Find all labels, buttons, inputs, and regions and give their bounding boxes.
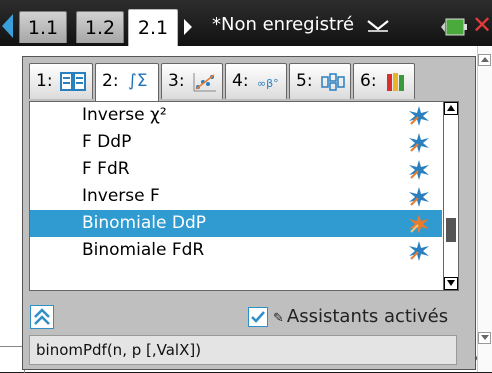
- book-icon: [60, 72, 86, 91]
- list-item-inverse-f[interactable]: Inverse F: [30, 183, 442, 210]
- syntax-help-bar: binomPdf(n, p [,ValX]): [29, 335, 457, 365]
- catalog-tab-number: 6:: [360, 71, 377, 91]
- tab-1-1[interactable]: 1.1: [19, 11, 67, 43]
- list-scroll-up-icon[interactable]: [444, 102, 458, 115]
- wizard-sparkle-icon: [409, 133, 429, 153]
- chevron-down-icon: [367, 20, 389, 32]
- catalog-tab-3[interactable]: 3:: [161, 63, 223, 99]
- wand-icon: ✎: [273, 311, 284, 326]
- catalog-tab-5[interactable]: 5:: [289, 63, 351, 99]
- previous-tab-arrow-icon[interactable]: [2, 14, 13, 38]
- wizards-label-text: Assistants activés: [286, 306, 449, 327]
- next-tab-arrow-icon[interactable]: [184, 19, 192, 35]
- close-icon[interactable]: ✕: [472, 13, 492, 37]
- battery-icon: [441, 18, 467, 36]
- scatter-plot-icon: [193, 73, 216, 92]
- catalog-tab-6[interactable]: 6:: [353, 63, 415, 99]
- wizards-label[interactable]: ✎ Assistants activés: [273, 303, 448, 333]
- double-chevron-up-icon: [34, 308, 50, 325]
- library-books-icon: [387, 73, 404, 91]
- list-item-label: F DdP: [82, 132, 132, 152]
- wizards-checkbox[interactable]: [248, 307, 268, 327]
- document-title[interactable]: *Non enregistré: [212, 13, 390, 37]
- checkmark-icon: [251, 311, 265, 323]
- list-scrollbar[interactable]: [443, 102, 458, 290]
- tab-2-1[interactable]: 2.1: [128, 9, 178, 46]
- document-scrollbar[interactable]: [477, 46, 492, 372]
- svg-text:∞β°: ∞β°: [257, 77, 279, 90]
- list-scroll-thumb[interactable]: [446, 218, 456, 242]
- wizard-sparkle-icon: [409, 214, 429, 234]
- list-item-label: Inverse F: [82, 186, 160, 206]
- list-item-label: Binomiale FdR: [82, 240, 205, 260]
- catalog-tab-number: 5:: [296, 71, 313, 91]
- list-scroll-down-icon[interactable]: [444, 277, 458, 290]
- catalog-dialog: 1: 2: ∫Σ 3: 4: ∞β° 5: 6: Inverse χ² F Dd…: [22, 56, 476, 370]
- wizard-sparkle-icon: [409, 106, 429, 126]
- wizard-sparkle-icon: [409, 187, 429, 207]
- integral-sigma-icon: ∫Σ: [127, 71, 148, 91]
- catalog-tab-number: 2:: [102, 71, 119, 91]
- list-item-binomiale-fdr[interactable]: Binomiale FdR: [30, 237, 442, 264]
- list-item-binomiale-ddp[interactable]: Binomiale DdP: [30, 210, 442, 237]
- title-bar: 1.1 1.2 2.1 *Non enregistré ✕: [0, 0, 492, 46]
- template-icon: [321, 73, 345, 91]
- list-item-label: Binomiale DdP: [82, 213, 206, 233]
- list-item-f-fdr[interactable]: F FdR: [30, 156, 442, 183]
- list-item-inverse-chi2[interactable]: Inverse χ²: [30, 102, 442, 129]
- catalog-tab-1[interactable]: 1:: [29, 63, 93, 99]
- list-item-label: Inverse χ²: [82, 105, 167, 125]
- catalog-tab-number: 3:: [168, 71, 185, 91]
- list-item-f-ddp[interactable]: F DdP: [30, 129, 442, 156]
- unit-conversion-icon: ∞β°: [257, 77, 279, 90]
- catalog-tab-4[interactable]: 4: ∞β°: [225, 63, 287, 99]
- catalog-function-list[interactable]: Inverse χ² F DdP F FdR Inverse F Binomia…: [29, 101, 459, 291]
- document-title-text: *Non enregistré: [212, 14, 355, 35]
- catalog-tab-number: 1:: [36, 71, 53, 91]
- catalog-tab-number: 4:: [232, 71, 249, 91]
- catalog-tab-2[interactable]: 2: ∫Σ: [95, 63, 159, 101]
- collapse-button[interactable]: [30, 305, 54, 329]
- wizard-sparkle-icon: [409, 241, 429, 261]
- list-item-label: F FdR: [82, 159, 130, 179]
- wizard-sparkle-icon: [409, 160, 429, 180]
- scroll-up-arrow-icon[interactable]: [478, 54, 491, 66]
- tab-1-2[interactable]: 1.2: [76, 11, 124, 43]
- scroll-down-arrow-icon[interactable]: [478, 332, 491, 344]
